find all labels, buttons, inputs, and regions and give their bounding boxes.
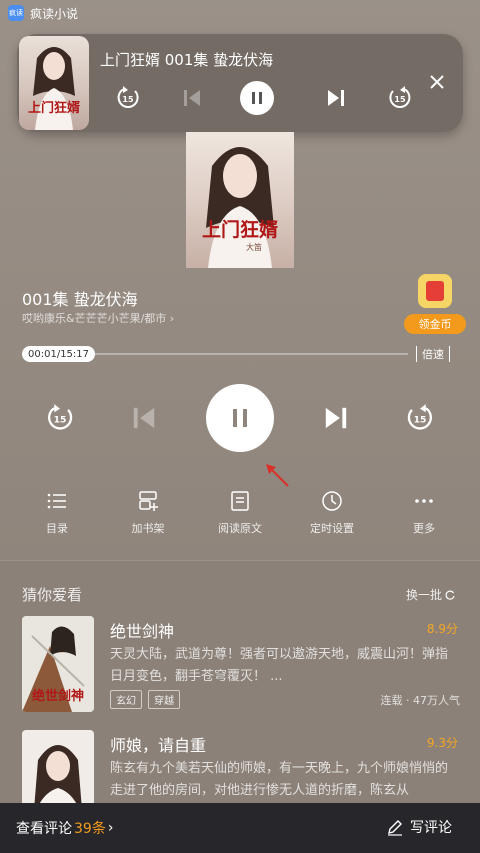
mini-player-title: 上门狂婿 001集 蛰龙伏海: [100, 51, 274, 69]
episode-title: 001集 蛰龙伏海: [22, 290, 138, 309]
svg-text:15: 15: [54, 415, 67, 426]
section-divider: [0, 560, 480, 561]
book-tag: 穿越: [148, 690, 180, 709]
tool-add-shelf[interactable]: 加书架: [108, 490, 188, 536]
book-status: 连载 · 47万人气: [380, 694, 461, 707]
svg-text:绝世剑神: 绝世剑神: [32, 688, 84, 704]
timer-icon: [322, 491, 342, 511]
svg-text:上门狂婿: 上门狂婿: [202, 218, 279, 241]
book-description: 天灵大陆，武道为尊！强者可以遨游天地，威震山河！弹指日月变色，翻手苍穹覆灭！ .…: [110, 647, 449, 684]
mini-previous-icon[interactable]: [176, 82, 208, 114]
tool-catalog[interactable]: 目录: [17, 490, 97, 536]
progress-time[interactable]: 00:01/15:17: [22, 346, 96, 362]
previous-icon[interactable]: [126, 400, 162, 436]
svg-text:大笛: 大笛: [246, 242, 262, 252]
tool-label: 目录: [46, 522, 68, 535]
pause-icon: [233, 409, 247, 427]
tool-label: 加书架: [131, 522, 165, 535]
book-score: 9.3分: [426, 736, 458, 750]
read-icon: [231, 491, 249, 511]
forward-15-button[interactable]: 15: [402, 400, 438, 436]
svg-text:15: 15: [414, 415, 427, 426]
more-icon: [415, 499, 433, 503]
chevron-right-icon: ›: [107, 820, 114, 836]
view-comments-button[interactable]: 查看评论 39条 ›: [16, 818, 113, 838]
pause-button[interactable]: [206, 384, 274, 452]
speed-button[interactable]: 倍速: [416, 346, 450, 362]
pen-icon: [388, 820, 402, 836]
status-bar: 疯读 疯读小说: [8, 4, 78, 22]
red-envelope-icon: [418, 274, 452, 308]
tool-more[interactable]: 更多: [384, 490, 464, 536]
book-title: 绝世剑神: [110, 622, 175, 641]
bookshelf-icon: [139, 491, 158, 511]
book-description: 陈玄有九个美若天仙的师娘，有一天晚上，九个师娘悄悄的走进了他的房间，对他进行惨无…: [110, 761, 449, 798]
mini-forward-15-button[interactable]: 15: [384, 82, 416, 114]
list-icon: [47, 493, 66, 509]
claim-coins-label: 领金币: [404, 314, 466, 334]
tool-label: 阅读原文: [218, 522, 262, 535]
comments-count: 39条: [74, 821, 106, 837]
svg-text:15: 15: [122, 95, 134, 104]
arrow-annotation-icon: [266, 464, 289, 487]
rewind-15-button[interactable]: 15: [42, 400, 78, 436]
mini-rewind-15-button[interactable]: 15: [112, 82, 144, 114]
close-icon[interactable]: [429, 74, 445, 90]
app-icon: 疯读: [8, 5, 24, 21]
book-score: 8.9分: [426, 622, 458, 636]
claim-coins-button[interactable]: 领金币: [404, 274, 466, 334]
book-tag: 玄幻: [110, 690, 142, 709]
recommend-heading: 猜你爱看: [22, 586, 83, 604]
mini-next-icon[interactable]: [320, 82, 352, 114]
progress-bar[interactable]: 00:01/15:17: [22, 346, 408, 362]
svg-text:15: 15: [394, 95, 406, 104]
tool-label: 定时设置: [310, 522, 354, 535]
write-comment-button[interactable]: 写评论: [386, 817, 452, 837]
app-name: 疯读小说: [30, 6, 79, 21]
svg-text:上门狂婿: 上门狂婿: [28, 100, 81, 116]
mini-player-cover[interactable]: 上门狂婿: [19, 36, 89, 130]
bottom-bar: 查看评论 39条 › 写评论: [0, 803, 480, 853]
episode-author-link[interactable]: 哎哟康乐&芒芒芒小芒果/都市 ›: [22, 310, 174, 326]
book-title: 师娘，请自重: [110, 736, 207, 755]
mini-player[interactable]: 上门狂婿 上门狂婿 001集 蛰龙伏海 15 15: [17, 34, 463, 132]
book-cover: 上门狂婿 大笛: [186, 132, 294, 268]
book-cover-thumb[interactable]: 绝世剑神: [22, 616, 94, 712]
next-icon[interactable]: [318, 400, 354, 436]
refresh-icon: [445, 590, 455, 600]
chevron-right-icon: ›: [169, 312, 175, 325]
tool-label: 更多: [413, 522, 435, 535]
tool-read-original[interactable]: 阅读原文: [200, 490, 280, 536]
recommend-book[interactable]: 绝世剑神 绝世剑神 8.9分 天灵大陆，武道为尊！强者可以遨游天地，威震山河！弹…: [22, 616, 462, 716]
mini-pause-button[interactable]: [240, 81, 274, 115]
refresh-button[interactable]: 换一批: [406, 586, 455, 603]
tool-timer[interactable]: 定时设置: [292, 490, 372, 536]
